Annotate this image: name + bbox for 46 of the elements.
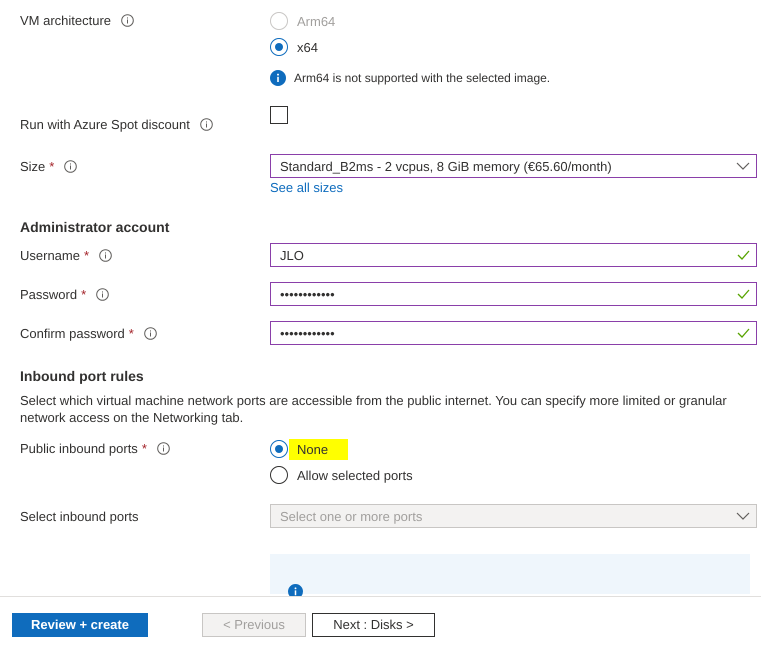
section-heading: Inbound port rules <box>20 368 145 384</box>
radio-label: None <box>289 438 348 460</box>
chevron-down-icon <box>736 162 750 170</box>
field-label: Confirm password <box>20 326 125 340</box>
info-icon <box>288 584 303 596</box>
field-label: Username <box>20 248 80 262</box>
radio-button[interactable] <box>270 440 288 458</box>
field-label: VM architecture <box>20 12 112 28</box>
field-label: Select inbound ports <box>20 508 139 524</box>
info-icon[interactable] <box>64 160 78 172</box>
text-input[interactable]: JLO <box>270 243 757 267</box>
info-icon <box>270 70 286 86</box>
chevron-down-icon <box>736 512 750 520</box>
radio-label: x64 <box>297 40 318 54</box>
info-icon[interactable] <box>200 118 213 130</box>
radio-label: Allow selected ports <box>297 468 413 482</box>
radio-option[interactable]: None <box>270 436 757 462</box>
required-mark: * <box>81 286 86 302</box>
required-mark: * <box>49 158 54 174</box>
info-message: Arm64 is not supported with the selected image. <box>294 71 550 85</box>
radio-option[interactable]: Allow selected ports <box>270 462 757 488</box>
field-label: Size <box>20 158 46 174</box>
required-mark: * <box>84 248 90 262</box>
footer-button[interactable]: Review + create <box>12 612 148 636</box>
radio-label: Arm64 <box>297 14 336 28</box>
footer-button[interactable]: Next : Disks > <box>312 612 435 636</box>
info-icon[interactable] <box>96 288 110 300</box>
description-text: Select which virtual machine network ports are accessible from the public internet. You can specify more limited or granular network access on the Networking tab. <box>20 392 728 426</box>
info-icon[interactable] <box>156 442 170 454</box>
radio-option[interactable]: x64 <box>270 34 757 60</box>
required-mark: * <box>142 440 147 456</box>
see-all-sizes-link[interactable]: See all sizes <box>270 180 757 195</box>
text-input[interactable]: •••••••••••• <box>270 282 757 306</box>
field-label: Password <box>20 286 78 302</box>
checkbox[interactable] <box>270 106 288 124</box>
required-mark: * <box>128 326 134 340</box>
radio-button[interactable] <box>270 466 288 484</box>
section-heading: Administrator account <box>20 219 170 235</box>
info-icon[interactable] <box>99 248 112 262</box>
dropdown[interactable]: Standard_B2ms - 2 vcpus, 8 GiB memory (€65.60/month) <box>270 154 757 178</box>
field-label: Run with Azure Spot discount <box>20 116 190 132</box>
info-icon[interactable] <box>121 14 134 26</box>
info-icon[interactable] <box>144 326 157 340</box>
text-input[interactable]: •••••••••••• <box>270 321 757 345</box>
radio-button[interactable] <box>270 38 288 56</box>
field-label: Public inbound ports <box>20 440 138 456</box>
